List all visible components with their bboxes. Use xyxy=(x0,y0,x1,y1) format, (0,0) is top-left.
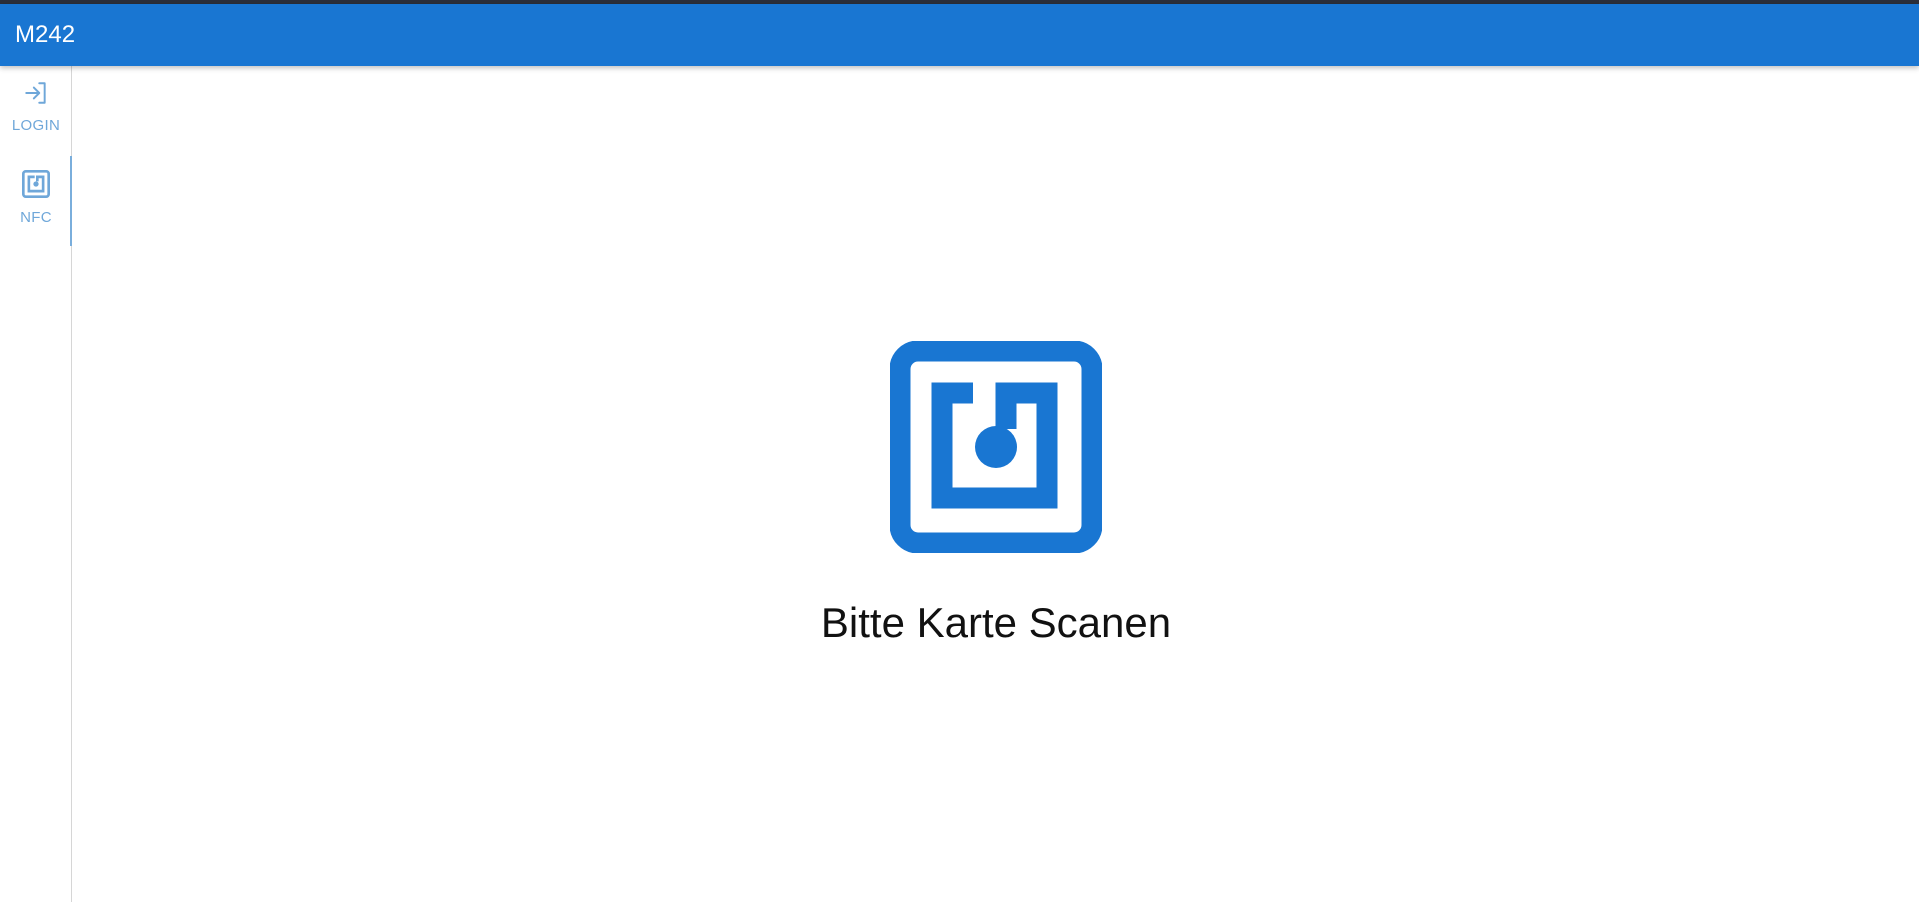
login-icon xyxy=(23,80,49,111)
rail-item-login[interactable]: LOGIN xyxy=(0,66,72,156)
rail-item-nfc[interactable]: NFC xyxy=(0,156,72,246)
main-content: Bitte Karte Scanen xyxy=(73,66,1919,902)
app-title: M242 xyxy=(15,21,76,48)
nav-rail: LOGIN NFC xyxy=(0,66,72,902)
scan-card-message: Bitte Karte Scanen xyxy=(820,599,1172,646)
app-bar: M242 xyxy=(0,4,1919,66)
nfc-icon xyxy=(22,170,50,203)
nfc-icon xyxy=(889,340,1103,554)
rail-item-label: NFC xyxy=(20,209,52,226)
rail-item-label: LOGIN xyxy=(11,117,61,134)
